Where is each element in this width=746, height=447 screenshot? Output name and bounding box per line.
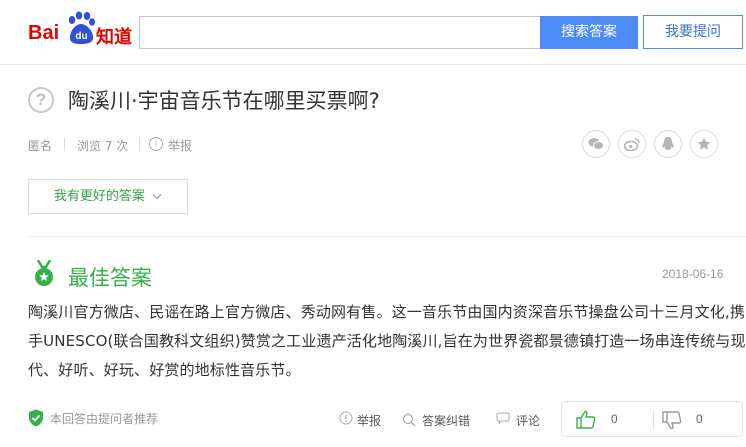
search-button[interactable]: 搜索答案 bbox=[540, 16, 638, 49]
answer-content: 陶溪川官方微店、民谣在路上官方微店、秀动网有售。这一音乐节由国内资深音乐节操盘公… bbox=[28, 303, 746, 379]
thumbs-down-icon[interactable] bbox=[662, 411, 682, 430]
answer-comment-link[interactable]: 评论 bbox=[516, 412, 540, 429]
comment-icon bbox=[496, 412, 510, 425]
weibo-share-button[interactable] bbox=[618, 130, 646, 158]
logo-zhidao-text: 知道 bbox=[96, 27, 132, 48]
logo-bai-text: Bai bbox=[28, 22, 60, 44]
question-title: 陶溪川·宇宙音乐节在哪里买票啊? bbox=[68, 89, 380, 113]
answer-report-link[interactable]: 举报 bbox=[357, 412, 381, 429]
thumbs-up-icon[interactable] bbox=[576, 410, 596, 429]
chevron-down-icon bbox=[152, 194, 162, 200]
better-answer-button[interactable]: 我有更好的答案 bbox=[28, 179, 188, 214]
shield-check-icon bbox=[29, 409, 43, 427]
ask-question-button[interactable]: 我要提问 bbox=[643, 15, 743, 49]
qq-share-button[interactable] bbox=[654, 130, 682, 158]
search-input[interactable] bbox=[139, 16, 540, 49]
question-report-link[interactable]: 举报 bbox=[168, 137, 192, 154]
section-divider bbox=[28, 236, 746, 237]
wechat-share-button[interactable] bbox=[582, 130, 610, 158]
magnifier-icon bbox=[402, 413, 416, 427]
answer-correct-link[interactable]: 答案纠错 bbox=[422, 412, 470, 429]
meta-divider bbox=[139, 138, 140, 151]
qq-icon bbox=[662, 137, 674, 150]
question-views: 浏览 7 次 bbox=[77, 139, 129, 153]
better-answer-label: 我有更好的答案 bbox=[53, 189, 145, 204]
baidu-zhidao-logo[interactable]: Bai du 知道 bbox=[28, 11, 134, 51]
question-mark-icon: ? bbox=[28, 87, 54, 113]
meta-divider bbox=[64, 138, 65, 151]
like-count: 0 bbox=[611, 412, 618, 426]
weibo-icon bbox=[624, 138, 640, 151]
header: Bai du 知道 搜索答案 我要提问 bbox=[0, 0, 746, 65]
vote-divider bbox=[653, 410, 654, 430]
report-icon[interactable]: ! bbox=[149, 137, 163, 151]
favorite-button[interactable] bbox=[690, 130, 718, 158]
best-answer-label: 最佳答案 bbox=[68, 266, 152, 290]
report-icon bbox=[339, 411, 353, 425]
answer-date: 2018-06-16 bbox=[662, 267, 724, 281]
question-author: 匿名 bbox=[28, 139, 53, 153]
best-answer-medal-icon bbox=[35, 260, 53, 286]
dislike-count: 0 bbox=[696, 412, 703, 426]
logo-du-text: du bbox=[75, 31, 87, 42]
wechat-icon bbox=[588, 138, 604, 150]
favorite-icon bbox=[697, 137, 711, 150]
vote-box: 0 0 bbox=[561, 401, 743, 437]
paw-icon: du bbox=[68, 11, 95, 44]
recommended-by-asker: 本回答由提问者推荐 bbox=[50, 412, 159, 426]
